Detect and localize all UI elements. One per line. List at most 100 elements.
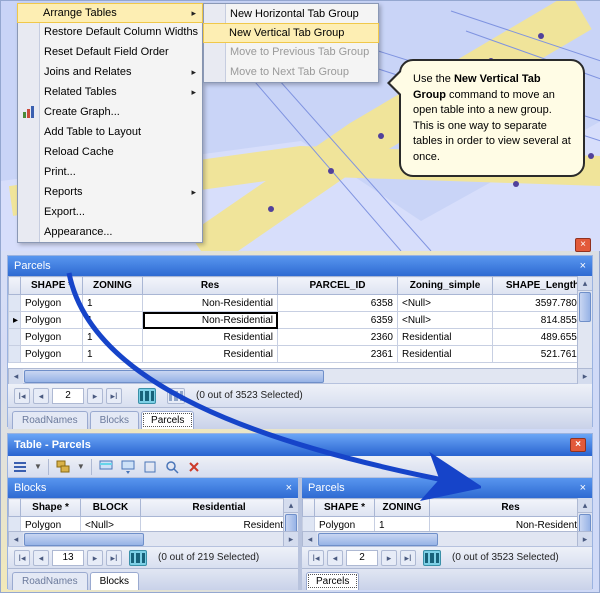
vertical-scrollbar[interactable]: ▴ <box>577 276 592 368</box>
footer-tab[interactable]: Parcels <box>306 572 359 590</box>
table-row[interactable]: Polygon1Residential2360Residential489.65… <box>9 329 593 346</box>
column-header[interactable]: ZONING <box>375 499 430 517</box>
column-header[interactable]: Zoning_simple <box>398 277 493 295</box>
close-icon[interactable]: × <box>286 482 292 494</box>
window-close-icon[interactable]: × <box>575 238 591 252</box>
menu-item[interactable]: New Horizontal Tab Group <box>204 4 378 24</box>
zoom-selection-icon[interactable] <box>164 459 180 475</box>
tab-title[interactable]: Parcels <box>308 482 345 494</box>
nav-last-icon[interactable]: ▸I <box>400 550 416 566</box>
menu-item[interactable]: Related Tables▸ <box>18 82 202 102</box>
menu-item[interactable]: Restore Default Column Widths <box>18 22 202 42</box>
table-cell[interactable]: <Null> <box>398 295 493 312</box>
menu-item[interactable]: Joins and Relates▸ <box>18 62 202 82</box>
table-cell[interactable]: 1 <box>83 295 143 312</box>
menu-item[interactable]: Arrange Tables▸ <box>17 3 203 23</box>
delete-selection-icon[interactable] <box>186 459 202 475</box>
table-cell[interactable]: Polygon <box>21 346 83 363</box>
close-icon[interactable]: × <box>570 438 586 452</box>
table-cell[interactable]: 6358 <box>278 295 398 312</box>
options-menu-icon[interactable] <box>12 459 28 475</box>
menu-item[interactable]: Appearance... <box>18 222 202 242</box>
column-header[interactable]: Res <box>143 277 278 295</box>
switch-selection-icon[interactable] <box>120 459 136 475</box>
nav-next-icon[interactable]: ▸ <box>381 550 397 566</box>
table-row[interactable]: Polygon<Null>Residential <box>9 517 298 532</box>
menu-item[interactable]: Export... <box>18 202 202 222</box>
nav-first-icon[interactable]: I◂ <box>308 550 324 566</box>
table-cell[interactable] <box>9 329 21 346</box>
table-cell[interactable]: Residential <box>398 346 493 363</box>
table-cell[interactable]: Residential <box>143 346 278 363</box>
vertical-scrollbar[interactable]: ▴ <box>283 498 298 531</box>
menu-item[interactable]: Create Graph... <box>18 102 202 122</box>
record-position-input[interactable] <box>52 550 84 566</box>
table-row[interactable]: Polygon1Non-Residential6358<Null>3597.78… <box>9 295 593 312</box>
table-cell[interactable] <box>9 295 21 312</box>
menu-item[interactable]: Reset Default Field Order <box>18 42 202 62</box>
tab-title[interactable]: Parcels <box>14 260 51 272</box>
show-selected-icon[interactable] <box>167 388 185 404</box>
menu-item[interactable]: Print... <box>18 162 202 182</box>
nav-last-icon[interactable]: ▸I <box>106 550 122 566</box>
column-header[interactable] <box>9 277 21 295</box>
table-cell[interactable]: Non-Residential <box>143 312 278 329</box>
table-cell[interactable] <box>303 517 315 532</box>
table-cell[interactable]: 1 <box>83 346 143 363</box>
table-cell[interactable]: 1 <box>83 329 143 346</box>
related-tables-icon[interactable] <box>55 459 71 475</box>
close-icon[interactable]: × <box>580 482 586 494</box>
data-grid[interactable]: SHAPE *ZONINGResPolygon1Non-Residential▸… <box>302 498 592 531</box>
clear-selection-icon[interactable] <box>142 459 158 475</box>
show-all-icon[interactable] <box>423 550 441 566</box>
column-header[interactable] <box>303 499 315 517</box>
footer-tab[interactable]: RoadNames <box>12 572 88 590</box>
table-cell[interactable]: Polygon <box>21 312 83 329</box>
table-cell[interactable]: Polygon <box>21 329 83 346</box>
data-grid[interactable]: SHAPE *ZONINGResPARCEL_IDZoning_simpleSH… <box>8 276 592 363</box>
table-cell[interactable]: Residential <box>141 517 298 532</box>
vertical-scrollbar[interactable]: ▴ <box>577 498 592 531</box>
table-cell[interactable]: Non-Residential <box>430 517 592 532</box>
table-cell[interactable]: <Null> <box>398 312 493 329</box>
window-titlebar[interactable]: Table - Parcels × <box>8 434 592 456</box>
show-all-icon[interactable] <box>129 550 147 566</box>
show-all-icon[interactable] <box>138 388 156 404</box>
table-cell[interactable]: 6359 <box>278 312 398 329</box>
nav-next-icon[interactable]: ▸ <box>87 388 103 404</box>
table-cell[interactable]: <Null> <box>81 517 141 532</box>
table-cell[interactable]: Polygon <box>21 517 81 532</box>
table-cell[interactable]: Polygon <box>21 295 83 312</box>
record-position-input[interactable] <box>346 550 378 566</box>
nav-first-icon[interactable]: I◂ <box>14 550 30 566</box>
record-position-input[interactable] <box>52 388 84 404</box>
table-cell[interactable]: Non-Residential <box>143 295 278 312</box>
column-header[interactable] <box>9 499 21 517</box>
close-icon[interactable]: × <box>580 260 586 272</box>
data-grid[interactable]: Shape *BLOCKResidentialPolygon<Null>Resi… <box>8 498 298 531</box>
horizontal-scrollbar[interactable]: ◂▸ <box>8 368 592 383</box>
column-header[interactable]: Shape * <box>21 499 81 517</box>
menu-item[interactable]: New Vertical Tab Group <box>203 23 379 43</box>
table-cell[interactable]: Polygon <box>315 517 375 532</box>
table-cell[interactable] <box>9 517 21 532</box>
table-row[interactable]: Polygon1Residential2361Residential521.76… <box>9 346 593 363</box>
table-cell[interactable]: Residential <box>143 329 278 346</box>
horizontal-scrollbar[interactable]: ◂▸ <box>302 531 592 546</box>
menu-item[interactable]: Reports▸ <box>18 182 202 202</box>
column-header[interactable]: SHAPE * <box>315 499 375 517</box>
nav-prev-icon[interactable]: ◂ <box>327 550 343 566</box>
nav-first-icon[interactable]: I◂ <box>14 388 30 404</box>
column-header[interactable]: Residential <box>141 499 298 517</box>
footer-tab[interactable]: RoadNames <box>12 411 88 429</box>
select-by-attributes-icon[interactable] <box>98 459 114 475</box>
column-header[interactable]: Res <box>430 499 592 517</box>
nav-prev-icon[interactable]: ◂ <box>33 388 49 404</box>
menu-item[interactable]: Reload Cache <box>18 142 202 162</box>
column-header[interactable]: BLOCK <box>81 499 141 517</box>
table-cell[interactable]: 1 <box>83 312 143 329</box>
column-header[interactable]: SHAPE * <box>21 277 83 295</box>
table-cell[interactable]: 2360 <box>278 329 398 346</box>
table-row[interactable]: Polygon1Non-Residential <box>303 517 592 532</box>
footer-tab[interactable]: Parcels <box>141 411 194 429</box>
